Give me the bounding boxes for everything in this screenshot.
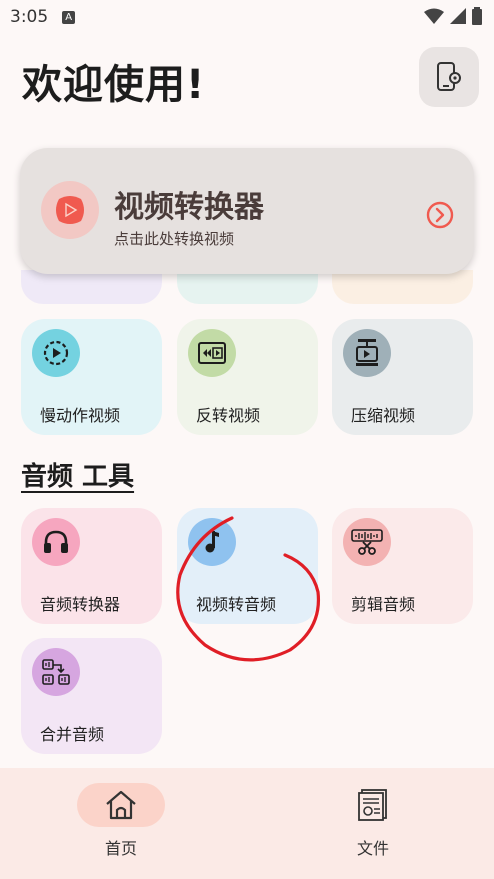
headphones-icon <box>32 518 80 566</box>
audio-converter-card[interactable]: 音频转换器 <box>21 508 162 624</box>
status-bar: 3:05 A <box>0 0 494 34</box>
cut-audio-icon <box>343 518 391 566</box>
reverse-video-icon <box>188 329 236 377</box>
tools-scroll-area[interactable]: 慢动作视频 反转视频 压缩视频 音频 工具 音频转换器 视频转音频 剪辑音频 合… <box>0 270 494 768</box>
nav-item-files[interactable]: 文件 <box>313 783 433 863</box>
nav-label: 首页 <box>104 839 137 858</box>
audio-tools-section-title: 音频 工具 <box>21 462 135 492</box>
battery-icon <box>472 7 482 25</box>
tool-label: 音频转换器 <box>40 595 121 614</box>
nav-active-indicator <box>77 783 165 827</box>
video-converter-logo-icon <box>41 181 99 239</box>
tool-label: 压缩视频 <box>351 406 416 425</box>
tool-label: 慢动作视频 <box>40 406 121 425</box>
nav-icon-wrapper <box>329 783 417 827</box>
chevron-right-icon <box>426 201 454 229</box>
files-icon <box>358 789 387 821</box>
video-converter-hero-card[interactable]: 视频转换器 点击此处转换视频 <box>20 148 474 274</box>
slow-motion-video-card[interactable]: 慢动作视频 <box>21 319 162 435</box>
bottom-navigation: 首页 文件 <box>0 768 494 879</box>
compress-video-card[interactable]: 压缩视频 <box>332 319 473 435</box>
music-note-icon <box>188 518 236 566</box>
wifi-icon <box>424 8 444 24</box>
tool-label: 剪辑音频 <box>351 595 416 614</box>
tool-label: 反转视频 <box>196 406 261 425</box>
video-to-audio-card[interactable]: 视频转音频 <box>177 508 318 624</box>
cut-audio-card[interactable]: 剪辑音频 <box>332 508 473 624</box>
phone-settings-icon <box>437 62 461 91</box>
hero-subtitle: 点击此处转换视频 <box>114 230 235 248</box>
hero-title: 视频转换器 <box>114 190 264 225</box>
page-title: 欢迎使用! <box>22 62 206 108</box>
compress-video-icon <box>343 329 391 377</box>
status-icons <box>424 7 482 25</box>
home-icon <box>106 790 136 820</box>
device-settings-button[interactable] <box>419 47 479 107</box>
nav-item-home[interactable]: 首页 <box>61 783 181 863</box>
merge-audio-icon <box>32 648 80 696</box>
partial-tool-card[interactable] <box>177 270 318 304</box>
notification-badge: A <box>62 10 76 24</box>
partial-tool-card[interactable] <box>332 270 473 304</box>
slow-motion-icon <box>32 329 80 377</box>
reverse-video-card[interactable]: 反转视频 <box>177 319 318 435</box>
merge-audio-card[interactable]: 合并音频 <box>21 638 162 754</box>
partial-tool-card[interactable] <box>21 270 162 304</box>
nav-label: 文件 <box>356 839 389 858</box>
signal-icon <box>450 8 466 24</box>
tool-label: 合并音频 <box>40 725 105 744</box>
tool-label: 视频转音频 <box>196 595 277 614</box>
status-time: 3:05 <box>10 7 49 27</box>
